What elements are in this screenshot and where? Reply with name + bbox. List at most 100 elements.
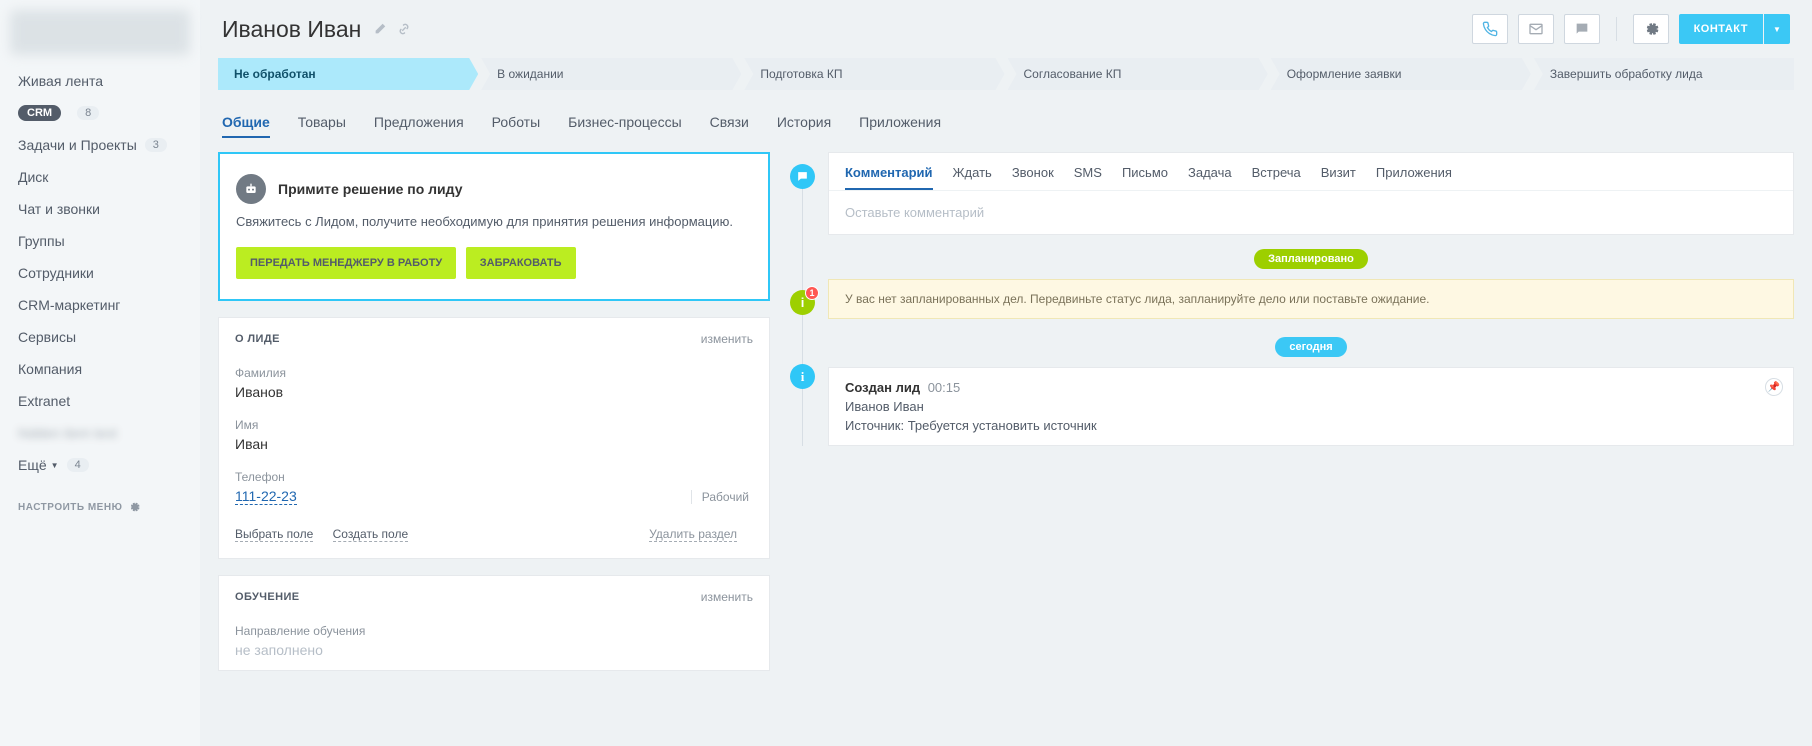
contact-button[interactable]: КОНТАКТ [1679, 14, 1763, 44]
nav-item-crm-marketing[interactable]: CRM-маркетинг [0, 289, 200, 321]
nav-badge: 3 [145, 138, 167, 152]
today-pill: сегодня [1275, 337, 1346, 357]
nav-item-company[interactable]: Компания [0, 353, 200, 385]
decision-text: Свяжитесь с Лидом, получите необходимую … [236, 214, 752, 229]
nav-label: Чат и звонки [18, 201, 100, 217]
nav-item-groups[interactable]: Группы [0, 225, 200, 257]
stage-waiting[interactable]: В ожидании [481, 58, 741, 90]
lead-card-title: О ЛИДЕ [235, 333, 280, 345]
firstname-label: Имя [235, 418, 753, 432]
tab-bizproc[interactable]: Бизнес-процессы [568, 104, 681, 140]
phone-value[interactable]: 111-22-23 [235, 488, 297, 505]
page-title: Иванов Иван [222, 16, 361, 43]
timeline-comment-icon [790, 164, 815, 189]
edu-card-edit[interactable]: изменить [701, 590, 753, 604]
nav-item-crm[interactable]: CRM 8 [0, 97, 200, 129]
lead-card: О ЛИДЕ изменить Фамилия Иванов Имя Иван … [218, 317, 770, 559]
stage-approve-offer[interactable]: Согласование КП [1008, 58, 1268, 90]
event-card: Создан лид 00:15 Иванов Иван Источник: Т… [828, 367, 1794, 446]
nav-configure[interactable]: НАСТРОИТЬ МЕНЮ [0, 481, 200, 533]
nav-item-disk[interactable]: Диск [0, 161, 200, 193]
delete-section-link[interactable]: Удалить раздел [649, 527, 737, 542]
nav-item-chat[interactable]: Чат и звонки [0, 193, 200, 225]
timeline-info-icon: i 1 [790, 290, 815, 315]
stage-finish[interactable]: Завершить обработку лида [1534, 58, 1794, 90]
call-button[interactable] [1472, 14, 1508, 44]
tab-relations[interactable]: Связи [710, 104, 749, 140]
tab-history[interactable]: История [777, 104, 831, 140]
stage-bar: Не обработан В ожидании Подготовка КП Со… [200, 58, 1812, 104]
nav-item-employees[interactable]: Сотрудники [0, 257, 200, 289]
contact-dropdown[interactable]: ▼ [1764, 14, 1790, 44]
tab-offers[interactable]: Предложения [374, 104, 464, 140]
sidebar: Живая лента CRM 8 Задачи и Проекты 3 Дис… [0, 0, 200, 746]
ctab-apps[interactable]: Приложения [1376, 165, 1452, 190]
nav-label: hidden item text [18, 425, 117, 441]
event-source: Источник: Требуется установить источник [845, 418, 1777, 433]
ctab-meeting[interactable]: Встреча [1252, 165, 1301, 190]
tab-general[interactable]: Общие [222, 104, 270, 140]
ctab-visit[interactable]: Визит [1321, 165, 1356, 190]
email-button[interactable] [1518, 14, 1554, 44]
timeline-badge: 1 [805, 286, 819, 300]
assign-manager-button[interactable]: ПЕРЕДАТЬ МЕНЕДЖЕРУ В РАБОТУ [236, 247, 456, 279]
nav-label: CRM-маркетинг [18, 297, 120, 313]
tab-robots[interactable]: Роботы [492, 104, 540, 140]
link-icon[interactable] [397, 22, 411, 36]
stage-not-processed[interactable]: Не обработан [218, 58, 478, 90]
detail-tabs: Общие Товары Предложения Роботы Бизнес-п… [200, 104, 1812, 140]
nav-more[interactable]: Ещё ▼ 4 [0, 449, 200, 481]
comment-panel: Комментарий Ждать Звонок SMS Письмо Зада… [828, 152, 1794, 235]
create-field-link[interactable]: Создать поле [333, 527, 409, 542]
phone-label: Телефон [235, 470, 753, 484]
decision-card: Примите решение по лиду Свяжитесь с Лидо… [218, 152, 770, 301]
right-column: i 1 i Комментарий Ждать Звонок SMS Письм… [790, 152, 1794, 446]
ctab-comment[interactable]: Комментарий [845, 165, 933, 190]
tab-products[interactable]: Товары [298, 104, 346, 140]
nav-pill: CRM [18, 105, 61, 121]
ctab-sms[interactable]: SMS [1074, 165, 1102, 190]
nav-item-services[interactable]: Сервисы [0, 321, 200, 353]
nav-item-hidden[interactable]: hidden item text [0, 417, 200, 449]
nav-label: Группы [18, 233, 65, 249]
select-field-link[interactable]: Выбрать поле [235, 527, 313, 542]
ctab-wait[interactable]: Ждать [953, 165, 992, 190]
left-column: Примите решение по лиду Свяжитесь с Лидо… [218, 152, 770, 687]
nav-label: Extranet [18, 393, 70, 409]
firstname-value: Иван [235, 436, 753, 452]
stage-prepare-offer[interactable]: Подготовка КП [744, 58, 1004, 90]
gear-icon [128, 501, 140, 513]
nav-configure-label: НАСТРОИТЬ МЕНЮ [18, 502, 122, 513]
nav-badge: 4 [67, 458, 89, 472]
lead-card-edit[interactable]: изменить [701, 332, 753, 346]
nav-item-tasks[interactable]: Задачи и Проекты 3 [0, 129, 200, 161]
comment-input[interactable]: Оставьте комментарий [829, 190, 1793, 234]
comment-tabs: Комментарий Ждать Звонок SMS Письмо Зада… [829, 153, 1793, 190]
tab-apps[interactable]: Приложения [859, 104, 941, 140]
chat-button[interactable] [1564, 14, 1600, 44]
nav-item-extranet[interactable]: Extranet [0, 385, 200, 417]
planned-pill: Запланировано [1254, 249, 1368, 269]
direction-label: Направление обучения [235, 624, 753, 638]
nav-label: Диск [18, 169, 48, 185]
reject-button[interactable]: ЗАБРАКОВАТЬ [466, 247, 576, 279]
header: Иванов Иван КОНТАКТ ▼ [200, 0, 1812, 58]
nav-more-label: Ещё [18, 457, 47, 473]
event-name: Иванов Иван [845, 399, 1777, 414]
nav-label: Компания [18, 361, 82, 377]
ctab-letter[interactable]: Письмо [1122, 165, 1168, 190]
nav-label: Сервисы [18, 329, 76, 345]
nav-label: Сотрудники [18, 265, 94, 281]
ctab-call[interactable]: Звонок [1012, 165, 1054, 190]
stage-application[interactable]: Оформление заявки [1271, 58, 1531, 90]
edu-card-title: ОБУЧЕНИЕ [235, 591, 299, 603]
nav-label: Задачи и Проекты [18, 137, 137, 153]
robot-icon [236, 174, 266, 204]
content-columns: Примите решение по лиду Свяжитесь с Лидо… [200, 140, 1812, 717]
settings-button[interactable] [1633, 14, 1669, 44]
pin-icon[interactable]: 📌 [1765, 378, 1783, 396]
nav-item-feed[interactable]: Живая лента [0, 65, 200, 97]
ctab-task[interactable]: Задача [1188, 165, 1232, 190]
edit-icon[interactable] [373, 22, 387, 36]
planned-note: У вас нет запланированных дел. Передвинь… [828, 279, 1794, 319]
